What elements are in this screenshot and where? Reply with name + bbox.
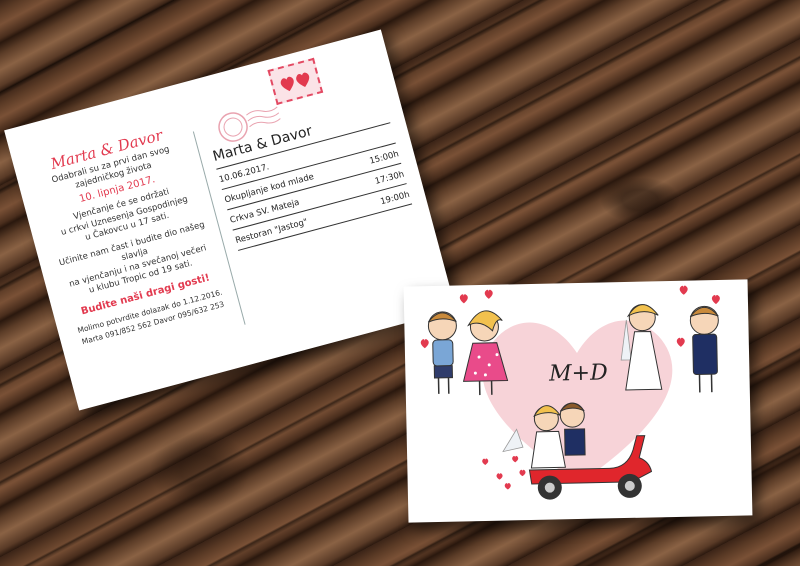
invitation-front-card: M+D	[403, 279, 753, 523]
couple-monogram: M+D	[548, 360, 608, 387]
groom-right-figure	[689, 305, 719, 393]
stamp	[267, 57, 324, 105]
hearts-icon	[280, 72, 310, 92]
schedule-time: 15:00h	[368, 149, 400, 167]
schedule-time: 17:30h	[373, 169, 406, 187]
couple-illustration	[420, 285, 720, 500]
schedule-time: 19:00h	[379, 189, 411, 208]
schedule-time	[392, 129, 395, 139]
boy-left-figure	[427, 311, 457, 394]
